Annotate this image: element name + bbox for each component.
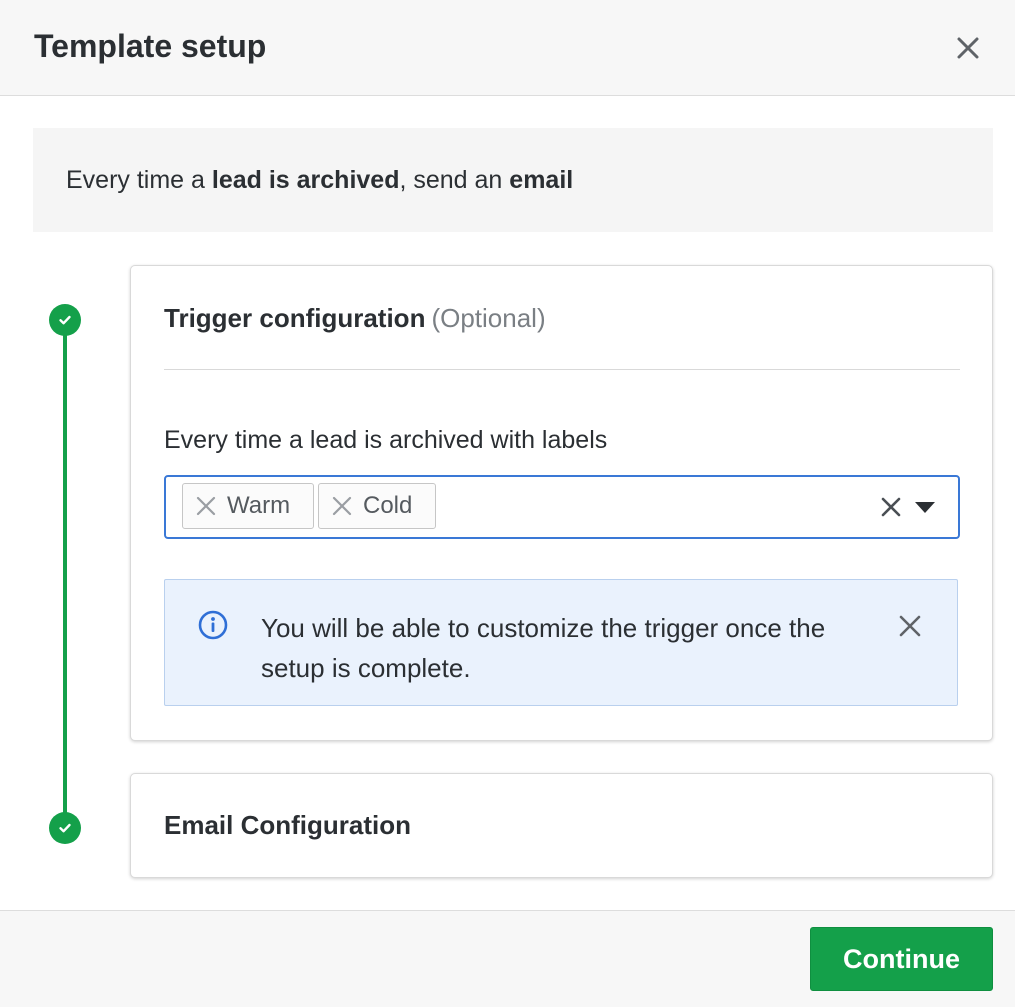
chevron-down-icon[interactable] — [915, 501, 935, 519]
info-banner: You will be able to customize the trigge… — [164, 579, 958, 706]
label-chip-warm: Warm — [182, 483, 314, 529]
modal-footer: Continue — [0, 910, 1015, 1007]
summary-text: Every time a lead is archived, send an e… — [66, 166, 573, 195]
chip-label: Cold — [363, 492, 413, 519]
close-icon[interactable] — [898, 614, 922, 643]
step-complete-check-icon — [49, 304, 81, 336]
labels-field-label: Every time a lead is archived with label… — [164, 426, 608, 454]
label-chip-cold: Cold — [318, 483, 436, 529]
trigger-title-text: Trigger configuration — [164, 303, 426, 333]
remove-chip-icon[interactable] — [195, 495, 217, 517]
email-configuration-card[interactable]: Email Configuration — [130, 773, 993, 878]
info-text: You will be able to customize the trigge… — [261, 613, 826, 683]
continue-button[interactable]: Continue — [810, 927, 993, 991]
modal-header: Template setup — [0, 0, 1015, 96]
summary-prefix: Every time a — [66, 166, 212, 194]
trigger-configuration-title: Trigger configuration (Optional) — [164, 303, 546, 334]
remove-chip-icon[interactable] — [331, 495, 353, 517]
email-configuration-title: Email Configuration — [164, 810, 411, 840]
clear-selection-icon[interactable] — [880, 496, 902, 523]
template-summary: Every time a lead is archived, send an e… — [33, 128, 993, 232]
modal-title: Template setup — [34, 28, 267, 64]
summary-trigger: lead is archived — [211, 166, 400, 194]
step-complete-check-icon — [49, 812, 81, 844]
divider — [164, 369, 960, 370]
step-timeline — [63, 320, 67, 828]
trigger-configuration-card: Trigger configuration (Optional) Every ti… — [130, 265, 993, 741]
summary-action: email — [509, 166, 574, 194]
labels-multiselect[interactable]: Warm Cold — [164, 475, 960, 539]
chip-label: Warm — [227, 492, 291, 519]
close-icon[interactable] — [952, 32, 984, 64]
optional-label: (Optional) — [431, 303, 546, 333]
info-icon — [198, 610, 228, 645]
summary-middle: , send an — [399, 166, 510, 194]
